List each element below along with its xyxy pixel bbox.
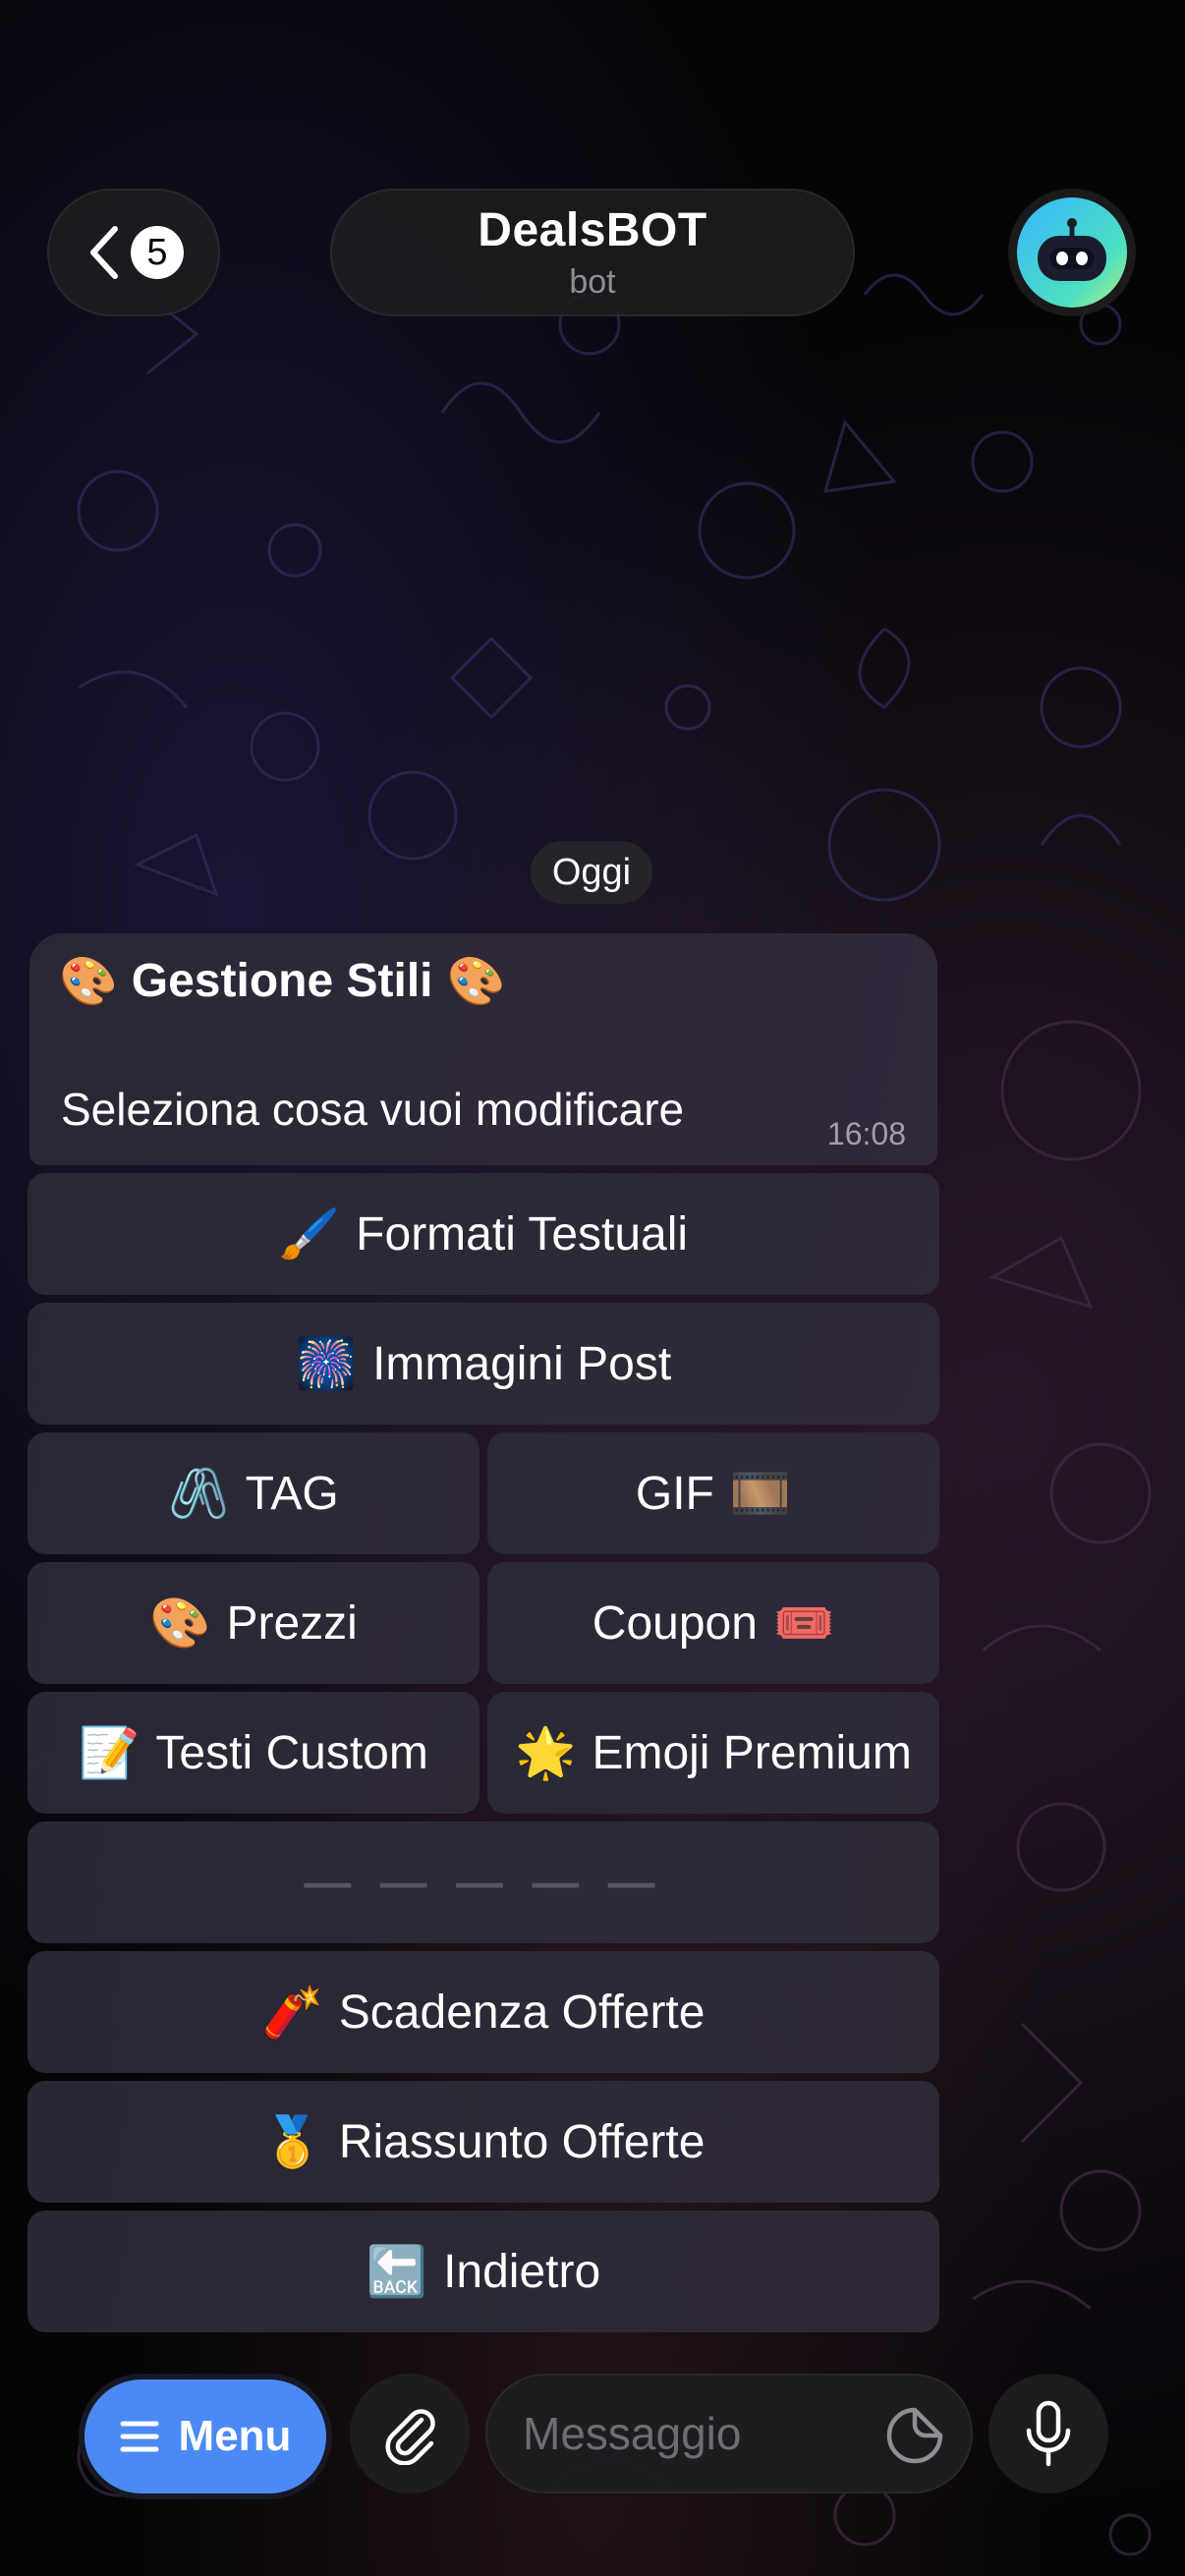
coupon-button[interactable]: Coupon 🎟️ [487,1562,939,1684]
button-label: Formati Testuali [356,1207,689,1260]
fireworks-icon: 🎆 [295,1334,358,1392]
button-label: Coupon [592,1596,758,1650]
palette-icon: 🎨 [59,956,118,1008]
message-bubble: 🎨 Gestione Stili 🎨 Seleziona cosa vuoi m… [29,933,937,1165]
scadenza-offerte-button[interactable]: 🧨 Scadenza Offerte [28,1951,939,2073]
button-label: Indietro [443,2245,601,2298]
button-label: GIF [635,1467,714,1520]
divider-dashes: — — — — — [304,1856,663,1909]
button-label: TAG [245,1467,339,1520]
message-time: 16:08 [826,1116,906,1151]
back-arrow-icon: 🔙 [366,2242,428,2300]
button-label: Riassunto Offerte [338,2115,705,2168]
button-label: Immagini Post [372,1337,672,1390]
message-heading: 🎨 Gestione Stili 🎨 [59,953,505,1009]
sticker-icon[interactable] [884,2405,945,2466]
bot-avatar-icon [1017,197,1127,308]
button-label: Prezzi [226,1596,358,1650]
riassunto-offerte-button[interactable]: 🥇 Riassunto Offerte [28,2081,939,2203]
divider-button[interactable]: — — — — — [28,1821,939,1943]
message-heading-text: Gestione Stili [131,955,433,1007]
chat-title[interactable]: DealsBOT bot [330,189,855,316]
avatar[interactable] [1008,189,1136,316]
attach-button[interactable] [350,2374,470,2493]
gif-button[interactable]: GIF 🎞️ [487,1432,939,1554]
date-separator: Oggi [531,841,652,904]
prezzi-button[interactable]: 🎨 Prezzi [28,1562,480,1684]
paintbrush-icon: 🖌️ [278,1204,341,1262]
palette-icon: 🎨 [446,956,506,1008]
message-body: Seleziona cosa vuoi modificare [61,1084,685,1135]
button-label: Emoji Premium [592,1726,912,1779]
message-placeholder: Messaggio [523,2408,742,2459]
film-frames-icon: 🎞️ [729,1464,792,1522]
back-button[interactable]: 5 [47,189,220,316]
formati-testuali-button[interactable]: 🖌️ Formati Testuali [28,1173,939,1295]
testi-custom-button[interactable]: 📝 Testi Custom [28,1692,480,1814]
immagini-post-button[interactable]: 🎆 Immagini Post [28,1303,939,1425]
chat-subtitle: bot [569,263,616,301]
indietro-button[interactable]: 🔙 Indietro [28,2211,939,2332]
palette-icon: 🎨 [149,1594,211,1652]
emoji-premium-button[interactable]: 🌟 Emoji Premium [487,1692,939,1814]
microphone-icon [1026,2400,1071,2467]
microphone-button[interactable] [988,2374,1108,2493]
chat-screen: 5 DealsBOT bot Oggi 🎨 Gestione Stili 🎨 S… [0,0,1185,2576]
hamburger-icon [120,2421,159,2452]
chevron-left-icon [90,226,118,279]
menu-button[interactable]: Menu [79,2374,332,2499]
firecracker-icon: 🧨 [261,1983,323,2041]
chat-name: DealsBOT [478,204,707,256]
ticket-icon: 🎟️ [772,1594,835,1652]
tag-button[interactable]: 🖇️ TAG [28,1432,480,1554]
button-label: Testi Custom [155,1726,428,1779]
memo-icon: 📝 [79,1723,141,1781]
message-input[interactable]: Messaggio [485,2374,973,2493]
paperclip-icon: 🖇️ [168,1464,230,1522]
menu-label: Menu [178,2412,292,2460]
medal-icon: 🥇 [261,2112,323,2170]
paperclip-icon [385,2409,435,2465]
glowing-star-icon: 🌟 [515,1723,577,1781]
unread-badge: 5 [131,226,184,279]
button-label: Scadenza Offerte [338,1986,705,2039]
